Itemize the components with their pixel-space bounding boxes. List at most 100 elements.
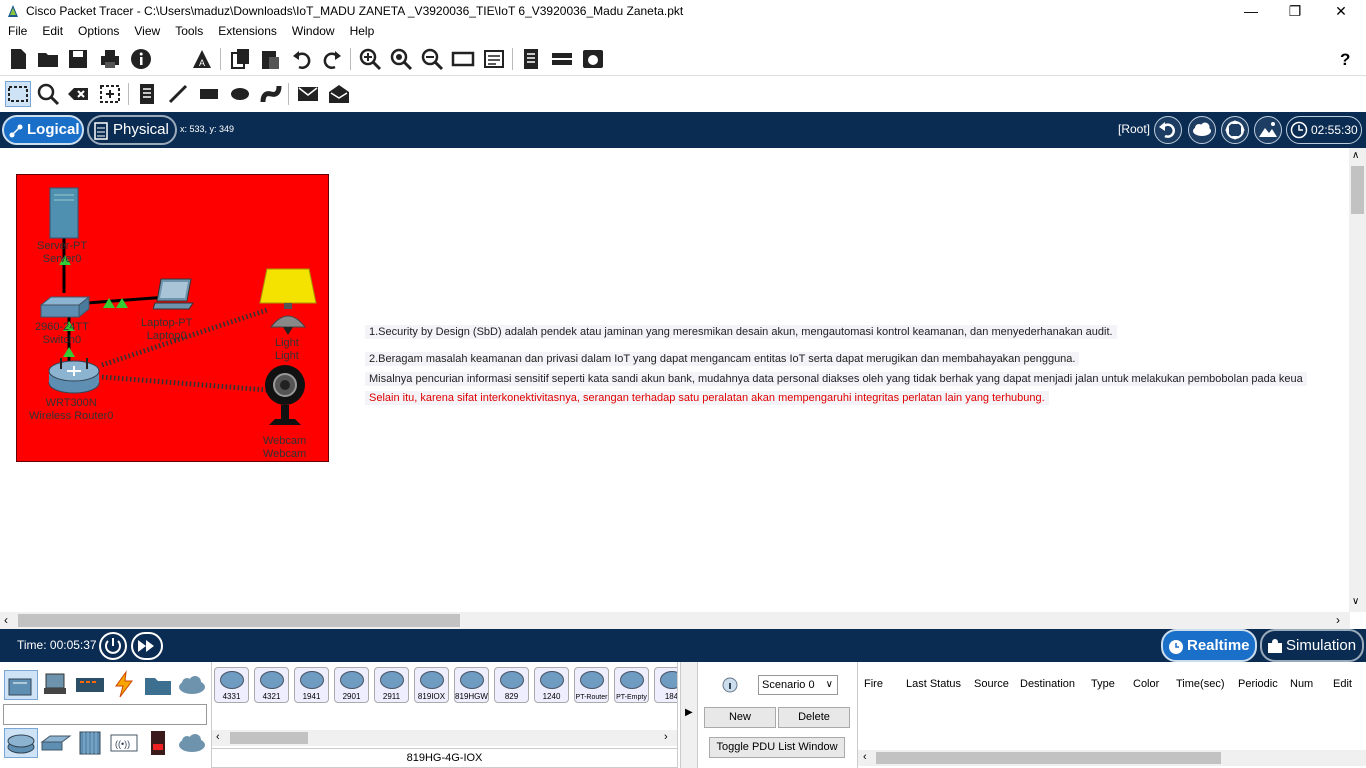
open-folder-icon[interactable] <box>36 47 60 71</box>
menu-view[interactable]: View <box>126 22 168 38</box>
connections-icon[interactable] <box>108 670 142 700</box>
routers-icon[interactable] <box>4 728 38 758</box>
help-button[interactable]: ? <box>1340 50 1350 70</box>
switch-icon[interactable] <box>39 295 91 321</box>
scroll-up-icon[interactable]: ∧ <box>1352 150 1359 161</box>
device-search-field[interactable] <box>3 704 207 725</box>
device-tile[interactable]: 1941 <box>294 667 329 703</box>
physical-tab[interactable]: Physical <box>87 115 177 145</box>
restore-button[interactable]: ❐ <box>1272 0 1318 22</box>
close-button[interactable]: ✕ <box>1318 0 1364 22</box>
workspace-note-4[interactable]: Selain itu, karena sifat interkonektivit… <box>365 391 1049 405</box>
scroll-left-icon[interactable]: ‹ <box>4 613 8 627</box>
security-icon[interactable] <box>142 728 176 758</box>
scenario-info-icon[interactable] <box>722 677 738 693</box>
menu-file[interactable]: File <box>0 22 35 38</box>
laptop-icon[interactable] <box>153 277 197 311</box>
device-list-scrollbar[interactable]: ‹ › <box>212 730 677 746</box>
toggle-pdu-list-button[interactable]: Toggle PDU List Window <box>709 737 845 758</box>
resize-icon[interactable] <box>98 82 122 106</box>
logical-tab[interactable]: Logical <box>2 115 84 145</box>
workspace-note-3[interactable]: Misalnya pencurian informasi sensitif se… <box>365 372 1307 386</box>
undo-icon[interactable] <box>290 47 314 71</box>
hubs-icon[interactable] <box>74 728 108 758</box>
device-tile[interactable]: 2911 <box>374 667 409 703</box>
device-tile[interactable]: PT-Router <box>574 667 609 703</box>
power-cycle-icon[interactable] <box>99 632 127 660</box>
zoom-out-icon[interactable] <box>420 47 444 71</box>
misc-icon[interactable] <box>142 670 176 700</box>
background-image-icon[interactable] <box>1254 116 1282 144</box>
root-breadcrumb[interactable]: [Root] <box>1118 122 1150 136</box>
scroll-right-icon[interactable]: › <box>1336 613 1340 627</box>
workspace-horizontal-scrollbar[interactable]: ‹ › <box>0 612 1350 629</box>
device-tile[interactable]: 1240 <box>534 667 569 703</box>
viewport-icon[interactable] <box>519 47 543 71</box>
zoom-reset-icon[interactable] <box>389 47 413 71</box>
add-pdu-icon[interactable] <box>296 82 320 106</box>
delete-icon[interactable] <box>66 82 90 106</box>
vertical-scroll-thumb[interactable] <box>1351 166 1364 214</box>
device-tile[interactable]: PT-Empty <box>614 667 649 703</box>
menu-edit[interactable]: Edit <box>34 22 71 38</box>
wan-emulation-icon[interactable] <box>176 728 210 758</box>
menu-help[interactable]: Help <box>342 22 383 38</box>
menu-extensions[interactable]: Extensions <box>210 22 285 38</box>
cluster-cloud-icon[interactable] <box>1188 116 1216 144</box>
device-tile[interactable]: 819HGW <box>454 667 489 703</box>
wireless-router-icon[interactable] <box>47 355 101 395</box>
delete-scenario-button[interactable]: Delete <box>778 707 850 728</box>
note-icon[interactable] <box>135 82 159 106</box>
activity-wizard-icon[interactable]: A <box>190 47 214 71</box>
switches-icon[interactable] <box>40 728 74 758</box>
back-icon[interactable] <box>1154 116 1182 144</box>
pdu-scroll-thumb[interactable] <box>876 752 1221 764</box>
webcam-icon[interactable] <box>263 363 307 435</box>
print-icon[interactable] <box>98 47 122 71</box>
device-tile[interactable]: 819IOX <box>414 667 449 703</box>
device-list-scroll-thumb[interactable] <box>230 732 308 744</box>
menu-options[interactable]: Options <box>70 22 127 38</box>
realtime-mode-button[interactable]: Realtime <box>1161 629 1257 662</box>
paste-icon[interactable] <box>258 47 282 71</box>
save-icon[interactable] <box>66 47 90 71</box>
scroll-left-icon[interactable]: ‹ <box>216 731 220 743</box>
ip-list-icon[interactable] <box>550 47 574 71</box>
copy-icon[interactable] <box>228 47 252 71</box>
scenario-select[interactable]: Scenario 0 ∨ <box>758 675 838 695</box>
rectangle-icon[interactable] <box>197 82 221 106</box>
menu-tools[interactable]: Tools <box>167 22 211 38</box>
expand-arrow-icon[interactable]: ▶ <box>685 707 693 718</box>
fast-forward-icon[interactable] <box>131 632 163 660</box>
workspace-vertical-scrollbar[interactable]: ∧ ∨ <box>1349 148 1366 612</box>
device-tile[interactable]: 829 <box>494 667 529 703</box>
simulation-mode-button[interactable]: Simulation <box>1260 629 1364 662</box>
scroll-down-icon[interactable]: ∨ <box>1352 596 1359 607</box>
network-devices-icon[interactable] <box>4 670 38 700</box>
info-icon[interactable] <box>129 47 153 71</box>
device-tile[interactable]: 4321 <box>254 667 289 703</box>
multiuser-icon[interactable] <box>176 670 210 700</box>
freeform-icon[interactable] <box>259 82 283 106</box>
new-file-icon[interactable] <box>6 47 30 71</box>
light-icon[interactable] <box>259 267 317 337</box>
inspect-icon[interactable] <box>36 82 60 106</box>
drawing-palette-icon[interactable] <box>451 47 475 71</box>
minimize-button[interactable]: — <box>1228 0 1274 22</box>
line-icon[interactable] <box>166 82 190 106</box>
move-object-icon[interactable] <box>1221 116 1249 144</box>
new-scenario-button[interactable]: New <box>704 707 776 728</box>
device-tile[interactable]: 184 <box>654 667 677 703</box>
custom-device-icon[interactable] <box>482 47 506 71</box>
server-icon[interactable] <box>49 187 79 239</box>
horizontal-scroll-thumb[interactable] <box>18 614 460 627</box>
pdu-table-scrollbar[interactable]: ‹ <box>858 750 1366 766</box>
web-view-icon[interactable] <box>581 47 605 71</box>
ellipse-icon[interactable] <box>228 82 252 106</box>
wireless-icon[interactable]: ((•)) <box>108 728 142 758</box>
device-tile[interactable]: 4331 <box>214 667 249 703</box>
workspace-note-2[interactable]: 2.Beragam masalah keamanan dan privasi d… <box>365 352 1080 366</box>
end-devices-icon[interactable] <box>40 670 74 700</box>
complex-pdu-icon[interactable] <box>327 82 351 106</box>
scroll-left-icon[interactable]: ‹ <box>863 751 867 763</box>
